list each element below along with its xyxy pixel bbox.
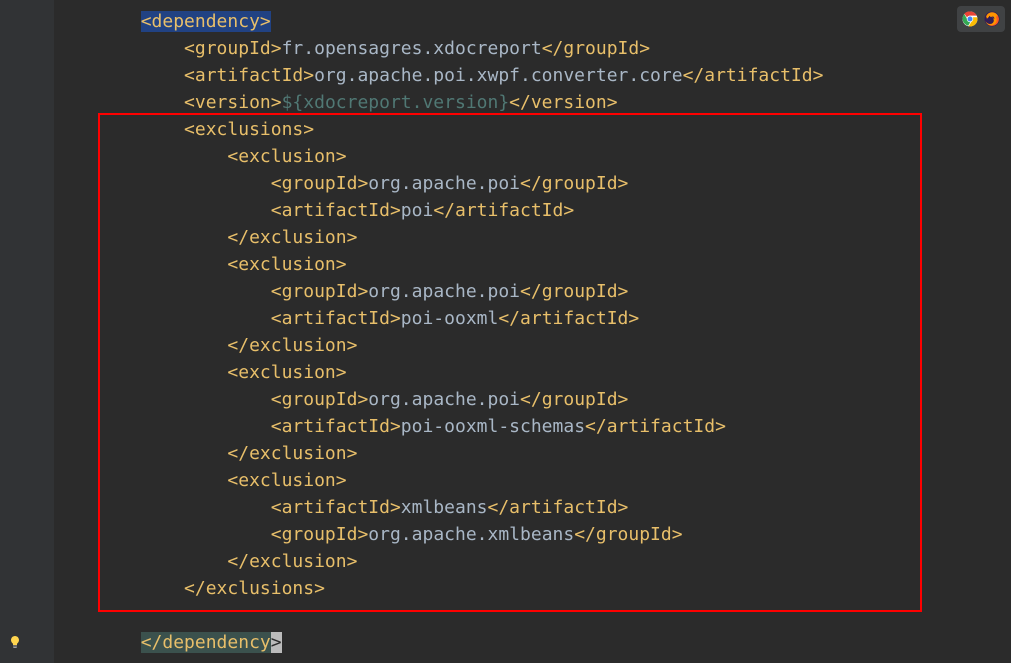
indent <box>54 65 184 86</box>
code-token: </exclusion> <box>227 335 357 356</box>
code-token: <artifactId> <box>271 497 401 518</box>
code-token: <exclusion> <box>227 146 346 167</box>
indent <box>54 443 227 464</box>
code-line[interactable]: <groupId>org.apache.poi</groupId> <box>54 278 628 305</box>
code-line[interactable]: <version>${xdocreport.version}</version> <box>54 89 618 116</box>
code-line[interactable]: <groupId>org.apache.poi</groupId> <box>54 170 628 197</box>
code-token: org.apache.poi <box>368 389 520 410</box>
code-token: </groupId> <box>520 173 628 194</box>
code-token: </dependency <box>141 632 271 653</box>
code-token: > <box>271 632 282 653</box>
code-token: poi <box>401 200 434 221</box>
code-line[interactable]: <exclusion> <box>54 251 347 278</box>
code-token: </artifactId> <box>433 200 574 221</box>
indent <box>54 173 271 194</box>
code-token: ${xdocreport.version} <box>282 92 510 113</box>
indent <box>54 497 271 518</box>
indent <box>54 416 271 437</box>
code-token: </artifactId> <box>498 308 639 329</box>
code-token: org.apache.poi.xwpf.converter.core <box>314 65 682 86</box>
indent <box>54 362 227 383</box>
indent <box>54 92 184 113</box>
code-line[interactable]: <groupId>org.apache.poi</groupId> <box>54 386 628 413</box>
code-token: org.apache.poi <box>368 281 520 302</box>
code-token: poi-ooxml <box>401 308 499 329</box>
code-line[interactable]: </exclusion> <box>54 548 357 575</box>
code-line[interactable]: <groupId>fr.opensagres.xdocreport</group… <box>54 35 650 62</box>
code-line[interactable]: </exclusion> <box>54 332 357 359</box>
code-token: org.apache.xmlbeans <box>368 524 574 545</box>
indent <box>54 551 227 572</box>
code-line[interactable]: <exclusion> <box>54 467 347 494</box>
indent <box>54 389 271 410</box>
code-line[interactable]: <artifactId>xmlbeans</artifactId> <box>54 494 628 521</box>
code-token: poi-ooxml-schemas <box>401 416 585 437</box>
code-line[interactable]: <dependency> <box>54 8 271 35</box>
code-token: <exclusions> <box>184 119 314 140</box>
code-token: </groupId> <box>520 281 628 302</box>
code-token: </artifactId> <box>488 497 629 518</box>
code-line[interactable]: <exclusion> <box>54 143 347 170</box>
code-token: <artifactId> <box>271 200 401 221</box>
indent <box>54 578 184 599</box>
indent <box>54 308 271 329</box>
code-token: <artifactId> <box>184 65 314 86</box>
firefox-icon[interactable] <box>984 11 1000 27</box>
indent <box>54 632 141 653</box>
code-line[interactable]: <artifactId>poi-ooxml</artifactId> <box>54 305 639 332</box>
indent <box>54 119 184 140</box>
browser-open-toolbar <box>957 6 1005 32</box>
indent <box>54 227 227 248</box>
indent <box>54 200 271 221</box>
code-line[interactable]: <artifactId>poi</artifactId> <box>54 197 574 224</box>
code-token: <version> <box>184 92 282 113</box>
indent <box>54 281 271 302</box>
code-line[interactable]: <groupId>org.apache.xmlbeans</groupId> <box>54 521 683 548</box>
code-token: <groupId> <box>271 389 369 410</box>
code-token: <exclusion> <box>227 470 346 491</box>
code-token: </groupId> <box>520 389 628 410</box>
code-token: <artifactId> <box>271 308 401 329</box>
editor-gutter <box>0 0 54 663</box>
indent <box>54 254 227 275</box>
code-token: <groupId> <box>271 173 369 194</box>
code-line[interactable]: </exclusion> <box>54 224 357 251</box>
code-token: <groupId> <box>184 38 282 59</box>
code-line[interactable]: </exclusions> <box>54 575 325 602</box>
code-token: <artifactId> <box>271 416 401 437</box>
code-token: </exclusions> <box>184 578 325 599</box>
code-token: <dependency> <box>141 11 271 32</box>
code-line[interactable]: <exclusions> <box>54 116 314 143</box>
code-token: </exclusion> <box>227 227 357 248</box>
code-token: </groupId> <box>574 524 682 545</box>
indent <box>54 470 227 491</box>
code-line[interactable]: </exclusion> <box>54 440 357 467</box>
indent <box>54 524 271 545</box>
bulb-icon[interactable] <box>8 630 22 644</box>
indent <box>54 146 227 167</box>
code-line[interactable]: <artifactId>org.apache.poi.xwpf.converte… <box>54 62 823 89</box>
code-token: xmlbeans <box>401 497 488 518</box>
code-token: </exclusion> <box>227 443 357 464</box>
code-token: <groupId> <box>271 524 369 545</box>
code-token: </artifactId> <box>585 416 726 437</box>
code-line[interactable]: <artifactId>poi-ooxml-schemas</artifactI… <box>54 413 726 440</box>
code-line[interactable]: </dependency> <box>54 629 282 656</box>
code-token: <groupId> <box>271 281 369 302</box>
indent <box>54 11 141 32</box>
indent <box>54 335 227 356</box>
code-token: </exclusion> <box>227 551 357 572</box>
code-line[interactable]: <exclusion> <box>54 359 347 386</box>
code-editor[interactable]: <dependency> <groupId>fr.opensagres.xdoc… <box>54 0 1011 663</box>
indent <box>54 38 184 59</box>
code-token: <exclusion> <box>227 254 346 275</box>
code-token: </artifactId> <box>683 65 824 86</box>
code-token: fr.opensagres.xdocreport <box>282 38 542 59</box>
code-token: </version> <box>509 92 617 113</box>
code-token: <exclusion> <box>227 362 346 383</box>
code-token: org.apache.poi <box>368 173 520 194</box>
chrome-icon[interactable] <box>962 11 978 27</box>
code-token: </groupId> <box>542 38 650 59</box>
